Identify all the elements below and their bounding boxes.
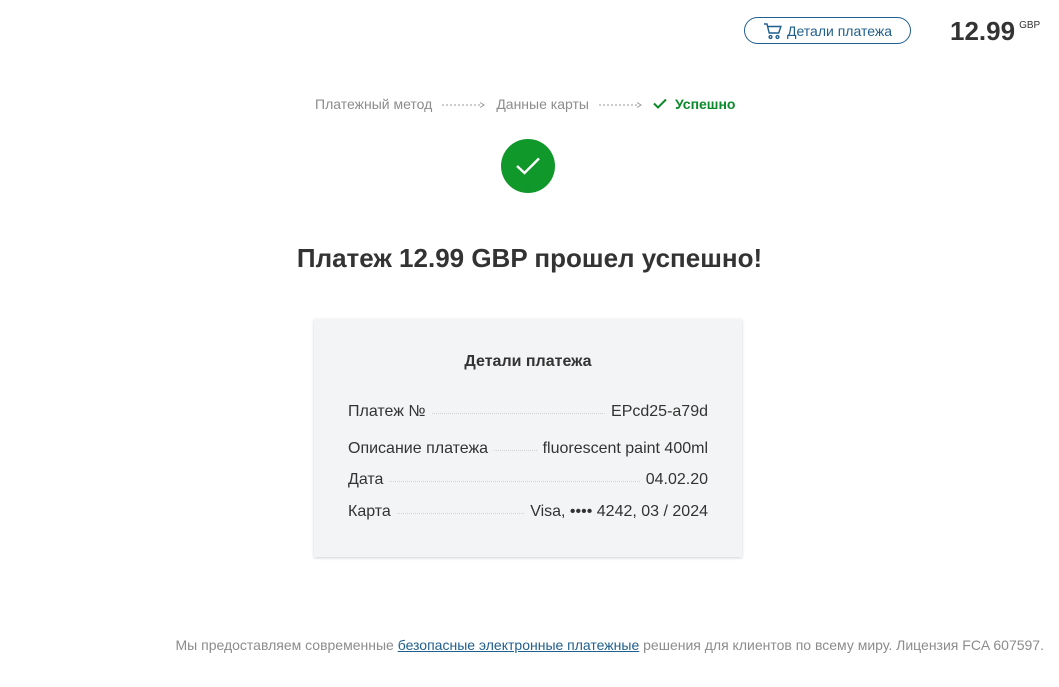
detail-label: Карта [348, 503, 391, 520]
detail-row-card: Карта Visa, •••• 4242, 03 / 2024 [348, 503, 708, 521]
step-success: Успешно [653, 96, 736, 112]
card-title: Детали платежа [464, 353, 592, 370]
detail-row-description: Описание платежа fluorescent paint 400ml [348, 440, 708, 471]
step-success-label: Успешно [674, 96, 736, 112]
checkmark-icon [653, 96, 667, 112]
detail-row-date: Дата 04.02.20 [348, 471, 708, 503]
dotted-leader [396, 513, 525, 514]
detail-label: Платеж № [348, 403, 426, 420]
cart-icon [763, 22, 783, 40]
order-amount: 12.99 GBP [950, 14, 1040, 48]
detail-label: Описание платежа [348, 440, 489, 457]
amount-value: 12.99 [950, 16, 1016, 46]
success-title: Платеж 12.99 GBP прошел успешно! [296, 243, 763, 273]
dotted-leader [431, 413, 606, 414]
footer-text: Мы предоставляем современные безопасные … [176, 637, 1045, 653]
step-payment-method: Платежный метод [315, 96, 433, 112]
secure-payments-link[interactable]: безопасные электронные платежные [398, 637, 640, 653]
success-check-icon [501, 139, 555, 193]
amount-currency: GBP [1019, 20, 1041, 31]
dotted-leader [389, 481, 640, 482]
detail-label: Дата [348, 471, 384, 488]
detail-value: fluorescent paint 400ml [542, 440, 708, 457]
dotted-arrow-icon [442, 96, 486, 112]
payment-details-button[interactable]: Детали платежа [744, 17, 911, 44]
payment-details-card: Детали платежа Платеж № EPcd25-a79d Опис… [314, 319, 742, 557]
detail-value: EPcd25-a79d [611, 403, 708, 420]
payment-details-label: Детали платежа [787, 22, 892, 39]
dotted-leader [494, 450, 537, 451]
footer-text-before: Мы предоставляем современные [175, 637, 398, 653]
detail-row-payment-number: Платеж № EPcd25-a79d [348, 403, 708, 440]
step-card-data: Данные карты [496, 96, 589, 112]
detail-value: 04.02.20 [645, 471, 708, 488]
dotted-arrow-icon [598, 96, 643, 112]
progress-steps: Платежный метод Данные карты Успешно [315, 94, 736, 114]
footer-text-after: решения для клиентов по всему миру. Лице… [639, 637, 1044, 653]
detail-value: Visa, •••• 4242, 03 / 2024 [530, 503, 708, 520]
